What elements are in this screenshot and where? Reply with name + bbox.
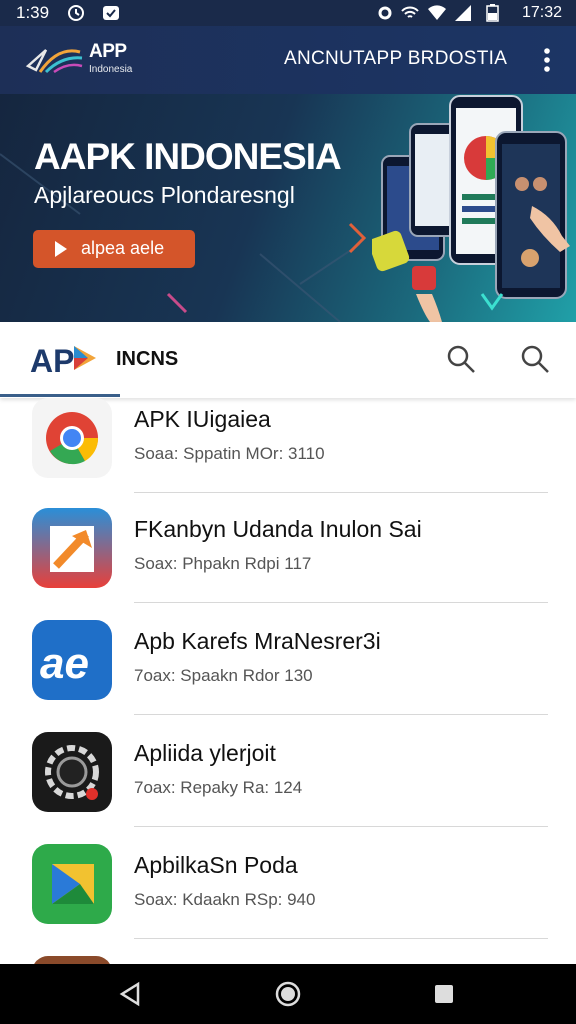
banner-cta-button[interactable]: alpea aele xyxy=(33,230,195,268)
phones-illustration xyxy=(372,95,570,322)
chrome-icon xyxy=(32,398,112,478)
wifi-call-icon xyxy=(401,6,419,18)
list-item[interactable]: APK IUigaiea Soaa: Sppatin MOr: 3110 xyxy=(0,398,576,510)
system-nav-bar xyxy=(0,964,576,1024)
settings-icon xyxy=(378,6,392,20)
promo-banner[interactable]: AAPK INDONESIA Apjlareoucs Plondaresngl … xyxy=(0,94,576,322)
divider xyxy=(134,714,548,715)
logo-text: APP xyxy=(89,41,127,62)
divider xyxy=(134,826,548,827)
app-bar: APP Indonesia ANCNUTAPP BRDOSTIA xyxy=(0,26,576,94)
app-meta: Soaa: Sppatin MOr: 3110 xyxy=(134,444,325,463)
tab-icons[interactable]: INCNS xyxy=(116,348,178,371)
arrow-app-icon xyxy=(32,508,112,588)
app-bar-title: ANCNUTAPP BRDOSTIA xyxy=(284,48,508,69)
svg-text:ae: ae xyxy=(40,639,89,688)
banner-subtitle: Apjlareoucs Plondaresngl xyxy=(34,182,295,208)
camera-app-icon xyxy=(32,732,112,812)
divider xyxy=(134,492,548,493)
tab-logo-icon[interactable]: AP xyxy=(30,338,100,378)
tab-indicator xyxy=(0,394,120,397)
svg-text:AP: AP xyxy=(30,343,74,378)
back-icon[interactable] xyxy=(116,980,144,1008)
app-meta: Soax: Kdaakn RSp: 940 xyxy=(134,890,316,909)
tab-bar: AP INCNS xyxy=(0,322,576,398)
ae-app-icon: ae xyxy=(32,620,112,700)
status-time-left: 1:39 xyxy=(16,3,50,22)
status-bar: 1:39 17:32 xyxy=(0,0,576,26)
search-icon[interactable] xyxy=(446,344,476,374)
list-item[interactable]: ae Apb Karefs MraNesrer3i 7oax: Spaakn R… xyxy=(0,620,576,732)
wifi-icon xyxy=(428,5,446,20)
play-icon xyxy=(55,241,67,257)
logo-subtitle: Indonesia xyxy=(89,64,133,75)
search-icon-secondary[interactable] xyxy=(520,344,550,374)
app-title: ApbilkaSn Poda xyxy=(134,852,298,878)
app-meta: 7oax: Repaky Ra: 124 xyxy=(134,778,303,797)
divider xyxy=(134,602,548,603)
list-item[interactable]: ApbilkaSn Poda Soax: Kdaakn RSp: 940 xyxy=(0,844,576,956)
notification-icon xyxy=(103,6,119,20)
clock-icon xyxy=(68,5,84,21)
more-options-icon[interactable] xyxy=(538,46,556,74)
app-title: APK IUigaiea xyxy=(134,406,271,432)
banner-title: AAPK INDONESIA xyxy=(34,136,342,177)
list-item-partial[interactable] xyxy=(0,956,576,964)
app-title: Apb Karefs MraNesrer3i xyxy=(134,628,381,654)
app-meta: Soax: Phpakn Rdpi 117 xyxy=(134,554,312,573)
home-icon[interactable] xyxy=(274,980,302,1008)
status-time-right: 17:32 xyxy=(521,4,562,21)
app-title: Apliida ylerjoit xyxy=(134,740,276,766)
app-list: APK IUigaiea Soaa: Sppatin MOr: 3110 FKa… xyxy=(0,398,576,964)
app-title: FKanbyn Udanda Inulon Sai xyxy=(134,516,422,542)
signal-icon xyxy=(455,5,471,21)
banner-cta-label: alpea aele xyxy=(81,238,165,258)
divider xyxy=(134,938,548,939)
list-item[interactable]: FKanbyn Udanda Inulon Sai Soax: Phpakn R… xyxy=(0,508,576,620)
battery-icon xyxy=(486,4,499,22)
list-item[interactable]: Apliida ylerjoit 7oax: Repaky Ra: 124 xyxy=(0,732,576,844)
play-app-icon xyxy=(32,844,112,924)
logo-mark-icon xyxy=(25,49,83,74)
partial-app-icon xyxy=(32,956,112,964)
recents-icon[interactable] xyxy=(430,980,458,1008)
app-meta: 7oax: Spaakn Rdor 130 xyxy=(134,666,313,685)
